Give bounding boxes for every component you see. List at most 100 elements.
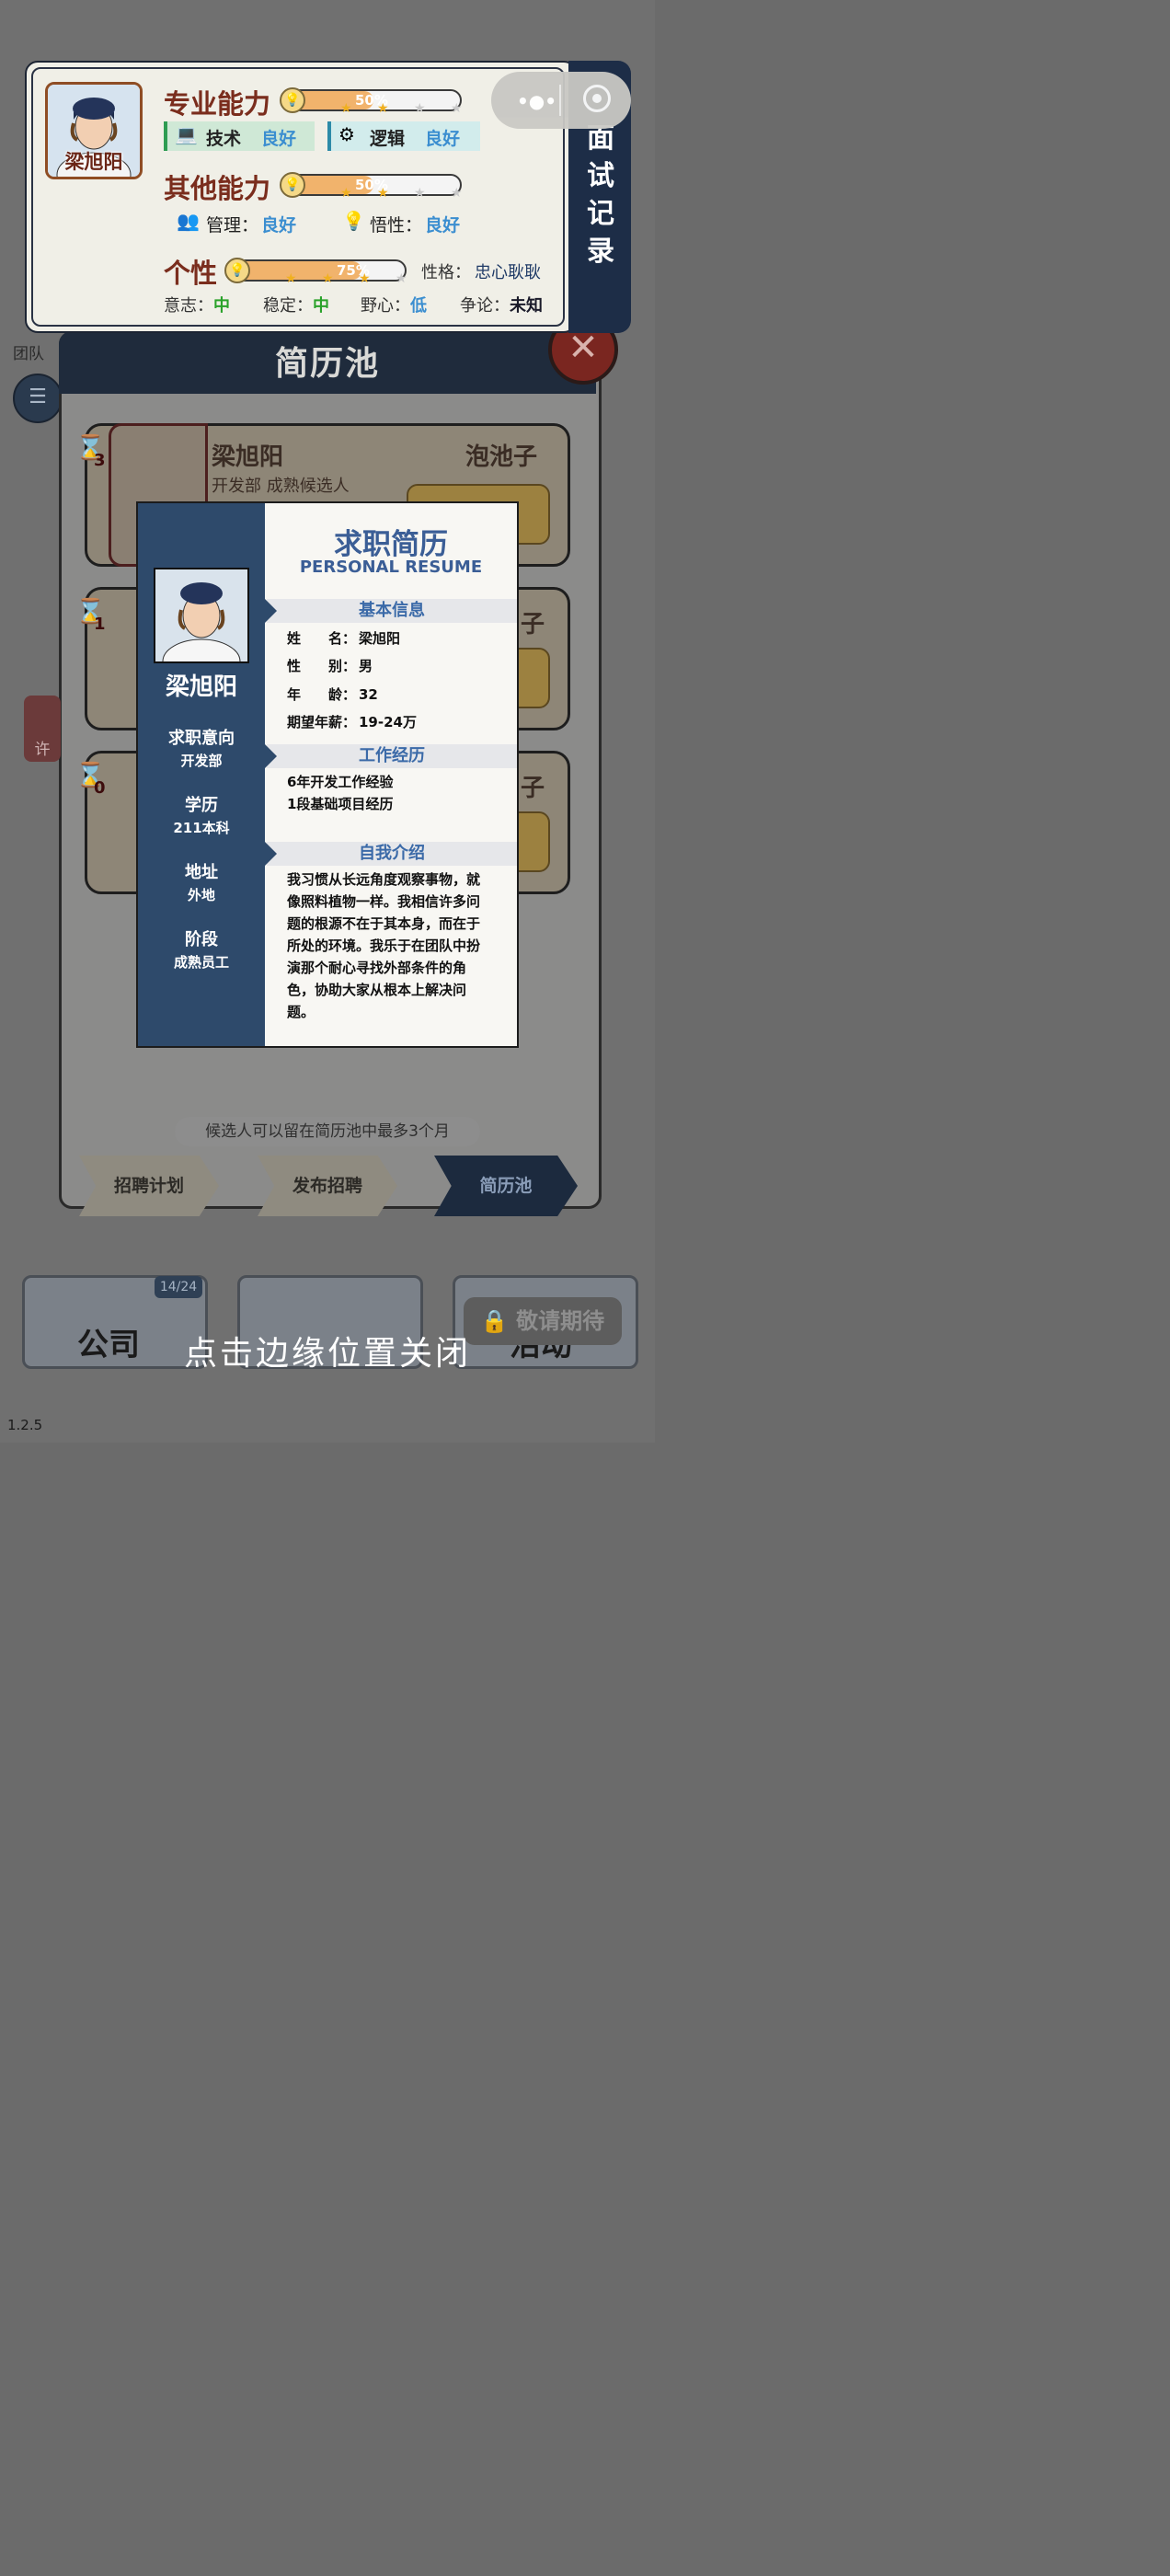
- info-value: 32: [359, 686, 378, 703]
- side-label: 阶段: [185, 930, 218, 949]
- info-row-salary: 期望年薪： 19-24万: [287, 712, 417, 731]
- tab-label: 简历池: [479, 1176, 533, 1196]
- trait-name: 稳定：: [263, 296, 313, 316]
- interview-record-text: 面试记录: [587, 122, 614, 268]
- work-item: 6年开发工作经验: [287, 774, 394, 790]
- star-icon: ★: [285, 271, 297, 286]
- info-row-gender: 性 别：男: [287, 656, 373, 675]
- star-icon: ★: [396, 271, 407, 286]
- side-label: 求职意向: [168, 729, 235, 748]
- side-value: 成熟员工: [173, 954, 229, 971]
- side-label: 学历: [185, 796, 218, 815]
- tab-post-job[interactable]: 发布招聘: [258, 1156, 397, 1216]
- trait-value: 低: [410, 296, 427, 316]
- bulb-icon: 💡: [280, 172, 305, 198]
- brain-gear-icon: ⚙: [338, 123, 355, 145]
- trait-name: 野心：: [361, 296, 410, 316]
- close-miniapp-icon[interactable]: [583, 85, 611, 112]
- self-intro-title: 自我介绍: [359, 844, 425, 863]
- laptop-icon: 💻: [175, 123, 198, 145]
- star-icon: ★: [377, 101, 389, 116]
- employee-tag[interactable]: 许: [24, 696, 61, 762]
- resume-subtitle: PERSONAL RESUME: [299, 558, 483, 577]
- trait-name: 争论：: [460, 296, 510, 316]
- interview-record-label: 面试记录: [568, 120, 633, 270]
- lightbulb-icon: 💡: [342, 210, 365, 232]
- skill-name: 管理：: [206, 215, 259, 236]
- info-row-age: 年 龄： 32: [287, 684, 378, 704]
- tab-label: 招聘计划: [113, 1176, 184, 1196]
- skill-value: 良好: [425, 215, 461, 236]
- hourglass-count: 3: [94, 451, 106, 470]
- capsule-divider: [559, 85, 561, 116]
- trait-value: 中: [213, 296, 230, 316]
- star-icon: ★: [322, 271, 334, 286]
- personality-title: 个性: [164, 258, 218, 289]
- resume-photo-art: [155, 569, 247, 661]
- star-icon: ★: [377, 186, 389, 201]
- trait-will: 意志：中: [164, 293, 230, 316]
- trait-name: 意志：: [164, 296, 213, 316]
- candidate-status: 泡池子: [465, 443, 538, 471]
- star-icon: ★: [340, 186, 352, 201]
- star-icon: ★: [414, 101, 426, 116]
- star-icon: ★: [340, 101, 352, 116]
- skill-value: 良好: [261, 215, 297, 236]
- trait-argument: 争论：未知: [460, 293, 543, 316]
- hourglass-count: 0: [94, 778, 106, 798]
- info-key: 姓 名：: [287, 630, 357, 647]
- intro-line: 我习惯从长远角度观察事物，就: [287, 871, 481, 888]
- intro-line: 演那个耐心寻找外部条件的角: [287, 960, 467, 976]
- star-icon: ★: [451, 186, 463, 201]
- work-item: 1段基础项目经历: [287, 796, 394, 812]
- personality-progress-bar: 💡 75% ★ ★ ★ ★: [224, 258, 407, 286]
- candidate-department: 开发部 成熟候选人: [212, 477, 350, 496]
- tab-recruit-plan[interactable]: 招聘计划: [79, 1156, 219, 1216]
- work-history-title: 工作经历: [359, 746, 425, 765]
- side-value: 开发部: [180, 753, 223, 769]
- intro-line: 题的根源不在于其本身，而在于: [287, 915, 481, 932]
- other-ability-title: 其他能力: [164, 173, 271, 204]
- close-hint: 点击边缘位置关闭: [183, 1335, 471, 1373]
- info-key: 期望年薪：: [287, 714, 357, 730]
- version-label: 1.2.5: [7, 1417, 43, 1433]
- bulb-icon: 💡: [280, 87, 305, 113]
- info-value: 男: [359, 658, 373, 674]
- pool-note: 候选人可以留在简历池中最多3个月: [175, 1117, 480, 1146]
- trait-stability: 稳定：中: [263, 293, 329, 316]
- intro-line: 色，协助大家从根本上解决问: [287, 982, 467, 998]
- intro-line: 像照料植物一样。我相信许多问: [287, 893, 481, 910]
- info-value: 19-24万: [359, 714, 417, 730]
- company-count-badge: 14/24: [155, 1276, 202, 1298]
- skill-name: 逻辑: [370, 129, 406, 149]
- side-label: 地址: [185, 863, 218, 882]
- more-dots-icon[interactable]: •●•: [517, 90, 556, 112]
- skill-name: 技术: [206, 129, 242, 149]
- star-icon: ★: [414, 186, 426, 201]
- candidate-name: 梁旭阳: [212, 443, 284, 471]
- tab-resume-pool[interactable]: 简历池: [434, 1156, 578, 1216]
- side-value: 外地: [187, 887, 215, 903]
- star-icon: ★: [451, 101, 463, 116]
- skill-value: 良好: [425, 129, 461, 149]
- mini-program-capsule[interactable]: •●•: [491, 72, 631, 129]
- info-value: 梁旭阳: [359, 630, 401, 647]
- skill-value: 良好: [261, 129, 297, 149]
- team-icon: 👥: [177, 210, 200, 232]
- candidate-status: 子: [521, 775, 545, 802]
- side-value: 211本科: [173, 820, 230, 836]
- bulb-icon: 💡: [224, 258, 250, 283]
- other-progress-bar: 💡 50% ★ ★ ★ ★: [280, 172, 463, 200]
- skill-name: 悟性：: [370, 215, 423, 236]
- trait-value: 中: [313, 296, 329, 316]
- basic-info-title: 基本信息: [359, 601, 425, 620]
- professional-ability-title: 专业能力: [164, 88, 271, 120]
- info-key: 性 别：: [287, 658, 357, 674]
- resume-name: 梁旭阳: [165, 673, 237, 701]
- trait-value: 未知: [510, 296, 543, 316]
- intro-line: 所处的环境。我乐于在团队中扮: [287, 937, 481, 954]
- trait-ambition: 野心：低: [361, 293, 427, 316]
- resume-photo: [154, 568, 249, 663]
- candidate-status: 子: [521, 611, 545, 638]
- intro-line: 题。: [287, 1004, 315, 1020]
